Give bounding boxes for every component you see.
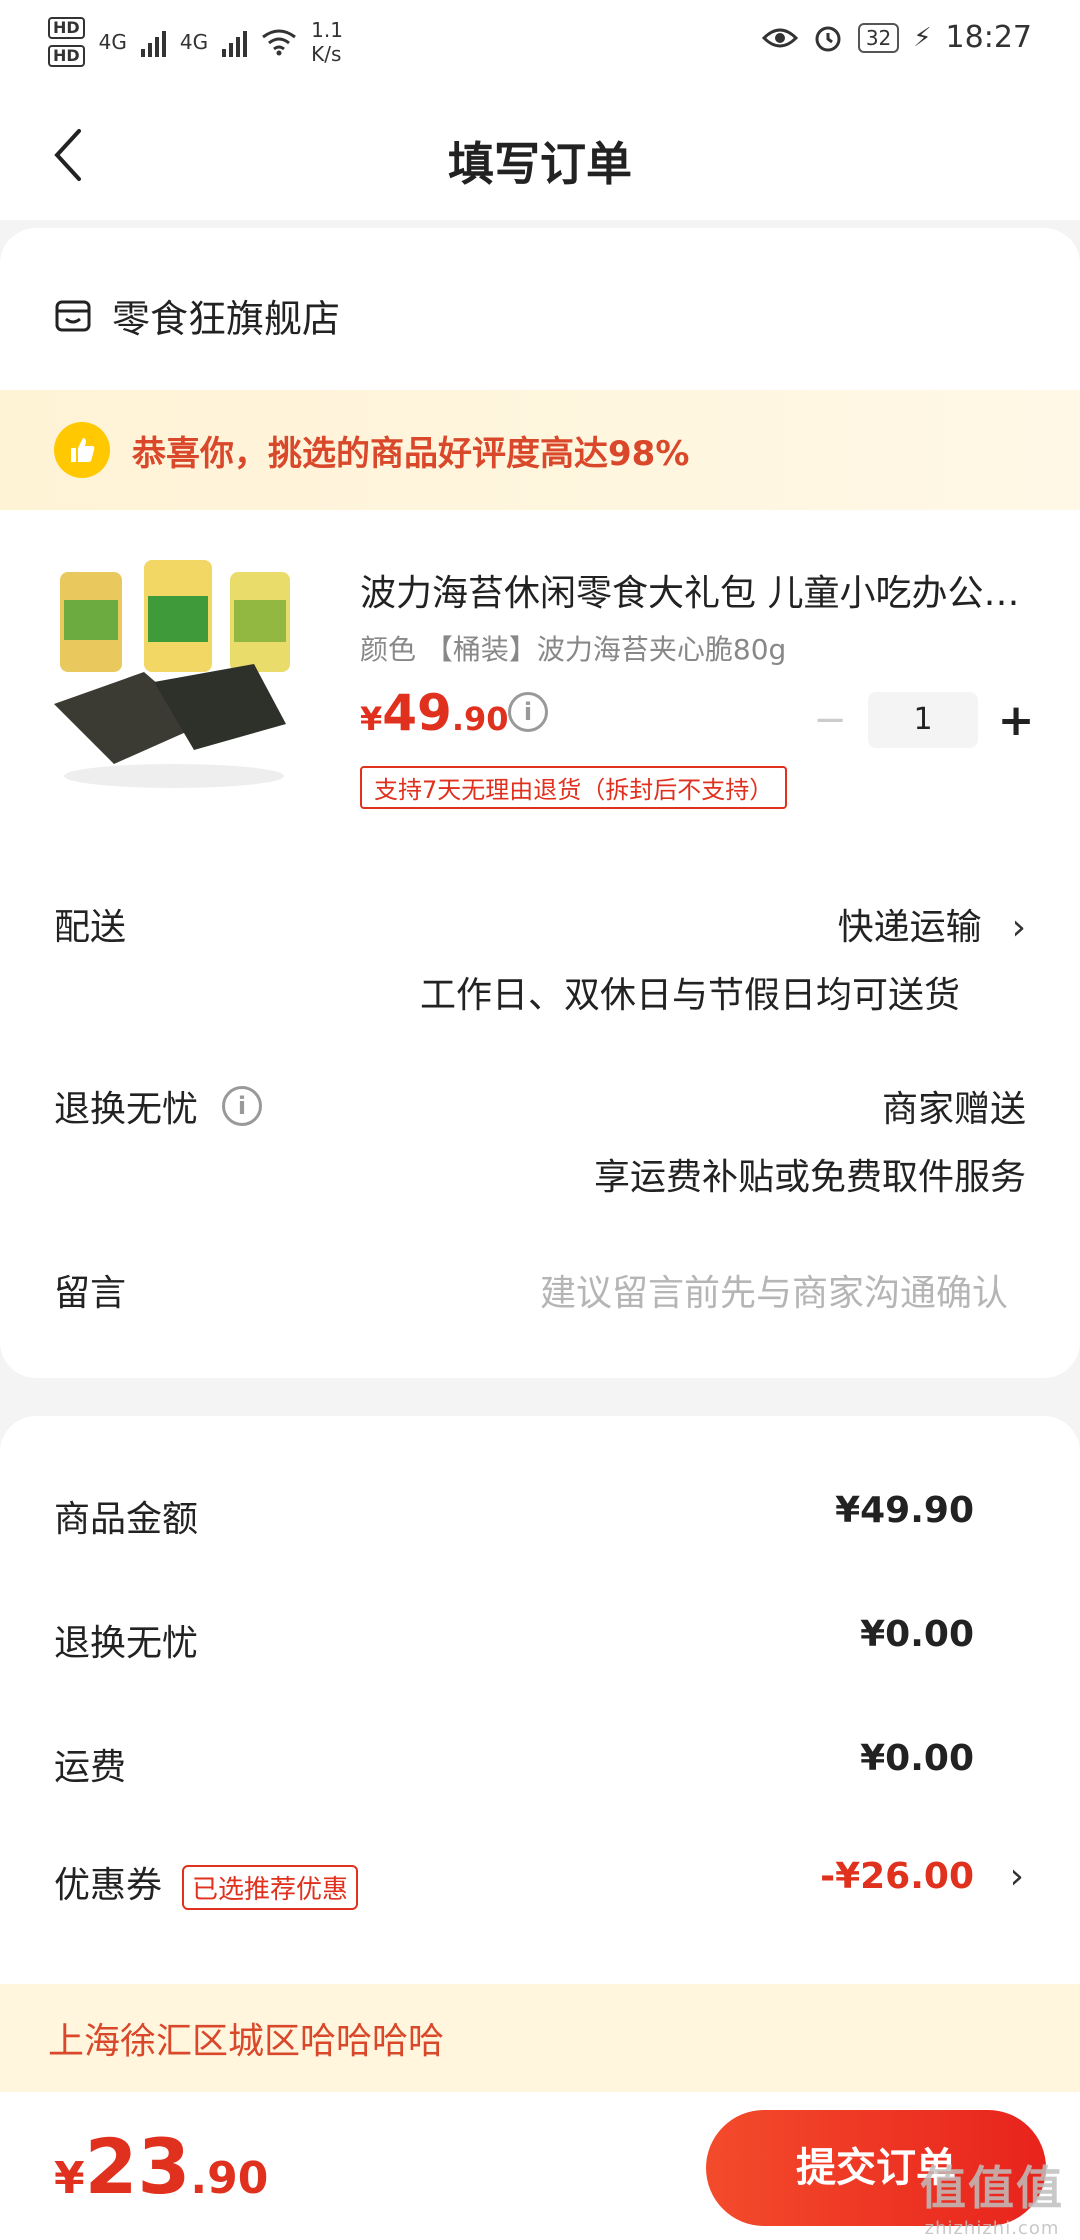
address-bar[interactable]: 上海徐汇区城区哈哈哈哈 bbox=[0, 1984, 1080, 2092]
delivery-label: 配送 bbox=[54, 907, 127, 948]
coupon-row[interactable]: 优惠券 已选推荐优惠 -¥26.00 › bbox=[54, 1856, 1024, 1910]
worry-free-label: 退换无忧 bbox=[54, 1089, 199, 1130]
network-type-2: 4G bbox=[179, 30, 209, 54]
price-summary-card: 商品金额 ¥49.90 退换无忧 ¥0.00 运费 ¥0.00 优惠券 已选推荐优… bbox=[0, 1416, 1080, 2016]
checkout-bar: ¥23.90 提交订单 值值值 zhizhizhi.com bbox=[0, 2092, 1080, 2240]
delivery-row[interactable]: 配送 快递运输 › 工作日、双休日与节假日均可送货 bbox=[54, 898, 1026, 1016]
shipping-label: 运费 bbox=[54, 1747, 127, 1788]
signal-icon bbox=[140, 27, 166, 57]
quantity-stepper: − 1 + bbox=[810, 692, 1036, 748]
coupon-badge: 已选推荐优惠 bbox=[182, 1864, 359, 1910]
total-currency: ¥ bbox=[54, 2153, 85, 2204]
price-currency: ¥ bbox=[360, 700, 383, 738]
goods-amount-label: 商品金额 bbox=[54, 1499, 199, 1540]
order-card: 零食狂旗舰店 恭喜你，挑选的商品好评度高达98% 波力海苔休闲零食大礼包 儿童小… bbox=[0, 228, 1080, 1378]
product-item: 波力海苔休闲零食大礼包 儿童小吃办公室零食 颜色 【桶装】波力海苔夹心脆80g … bbox=[0, 544, 1080, 834]
decrease-button[interactable]: − bbox=[810, 697, 850, 743]
rating-banner-text: 恭喜你，挑选的商品好评度高达98% bbox=[132, 433, 690, 474]
address-text: 上海徐汇区城区哈哈哈哈 bbox=[48, 2021, 445, 2062]
chevron-right-icon: › bbox=[1009, 1856, 1024, 1897]
total-price: ¥23.90 bbox=[54, 2122, 268, 2211]
worry-free-row: 退换无忧 i 商家赠送 享运费补贴或免费取件服务 bbox=[54, 1080, 1026, 1198]
worry-free-fee-label: 退换无忧 bbox=[54, 1623, 199, 1664]
watermark-url: zhizhizhi.com bbox=[924, 2218, 1060, 2239]
worry-free-value: 商家赠送 享运费补贴或免费取件服务 bbox=[594, 1080, 1026, 1200]
worry-free-note: 享运费补贴或免费取件服务 bbox=[593, 1157, 1026, 1198]
hd1-indicator: HD bbox=[48, 17, 85, 39]
message-row: 留言 建议留言前先与商家沟通确认 bbox=[54, 1264, 1026, 1324]
wifi-icon bbox=[262, 29, 297, 56]
price-info-icon[interactable]: i bbox=[508, 692, 548, 732]
signal-icon bbox=[222, 27, 248, 57]
info-icon[interactable]: i bbox=[222, 1086, 263, 1126]
network-speed: 1.1 K/s bbox=[311, 18, 343, 66]
alarm-icon bbox=[815, 26, 841, 51]
worry-free-label-group: 退换无忧 i bbox=[54, 1080, 263, 1132]
shop-name: 零食狂旗舰店 bbox=[112, 297, 341, 341]
quantity-input[interactable]: 1 bbox=[868, 692, 978, 748]
worry-free-fee-value: ¥0.00 bbox=[860, 1614, 974, 1655]
coupon-label: 优惠券 bbox=[54, 1865, 163, 1906]
price-decimal: .90 bbox=[451, 700, 509, 738]
battery-level: 32 bbox=[857, 22, 900, 53]
product-price: ¥49.90 bbox=[360, 684, 509, 742]
price-integer: 49 bbox=[382, 684, 452, 742]
status-bar: HD HD 4G 4G 1.1 K/s 32 ⚡ 18:27 bbox=[0, 0, 1080, 90]
shop-row[interactable]: 零食狂旗舰店 bbox=[54, 288, 340, 343]
status-left: HD HD 4G 4G 1.1 K/s bbox=[48, 12, 343, 72]
goods-amount-value: ¥49.90 bbox=[835, 1490, 974, 1531]
increase-button[interactable]: + bbox=[996, 695, 1036, 746]
speed-value: 1.1 bbox=[311, 18, 343, 42]
thumbs-up-icon bbox=[54, 422, 110, 478]
message-input[interactable]: 建议留言前先与商家沟通确认 bbox=[540, 1264, 1008, 1316]
return-policy-badge: 支持7天无理由退货（拆封后不支持） bbox=[360, 766, 788, 809]
page-header: 填写订单 bbox=[0, 90, 1080, 220]
delivery-note: 工作日、双休日与节假日均可送货 bbox=[419, 975, 960, 1016]
total-decimal: .90 bbox=[190, 2153, 269, 2204]
clock: 18:27 bbox=[945, 20, 1032, 55]
speed-unit: K/s bbox=[311, 42, 342, 66]
delivery-value: 快递运输 › 工作日、双休日与节假日均可送货 bbox=[420, 898, 1026, 1018]
shop-icon bbox=[55, 300, 91, 331]
eye-icon bbox=[761, 28, 798, 47]
hd2-indicator: HD bbox=[48, 45, 85, 67]
product-spec[interactable]: 颜色 【桶装】波力海苔夹心脆80g bbox=[360, 628, 786, 668]
page-title: 填写订单 bbox=[448, 137, 632, 191]
goods-amount-row: 商品金额 ¥49.90 bbox=[54, 1490, 974, 1542]
charging-icon: ⚡ bbox=[913, 22, 932, 53]
watermark: 值值值 zhizhizhi.com bbox=[920, 2152, 1064, 2239]
product-name[interactable]: 波力海苔休闲零食大礼包 儿童小吃办公室零食 bbox=[360, 564, 1030, 616]
worry-free-fee-row: 退换无忧 ¥0.00 bbox=[54, 1614, 974, 1666]
shipping-row: 运费 ¥0.00 bbox=[54, 1738, 974, 1790]
status-right: 32 ⚡ 18:27 bbox=[761, 20, 1032, 55]
shipping-value: ¥0.00 bbox=[860, 1738, 974, 1779]
product-image[interactable] bbox=[54, 554, 294, 794]
delivery-method: 快递运输 bbox=[837, 907, 982, 948]
rating-banner: 恭喜你，挑选的商品好评度高达98% bbox=[0, 390, 1080, 510]
coupon-value: -¥26.00 bbox=[820, 1856, 974, 1897]
total-integer: 23 bbox=[84, 2122, 191, 2211]
watermark-text: 值值值 bbox=[920, 2161, 1064, 2215]
chevron-right-icon: › bbox=[1011, 907, 1026, 948]
message-label: 留言 bbox=[54, 1273, 127, 1314]
hd-indicators: HD HD bbox=[48, 17, 85, 67]
network-type-1: 4G bbox=[98, 30, 127, 54]
worry-free-provider: 商家赠送 bbox=[881, 1089, 1026, 1130]
